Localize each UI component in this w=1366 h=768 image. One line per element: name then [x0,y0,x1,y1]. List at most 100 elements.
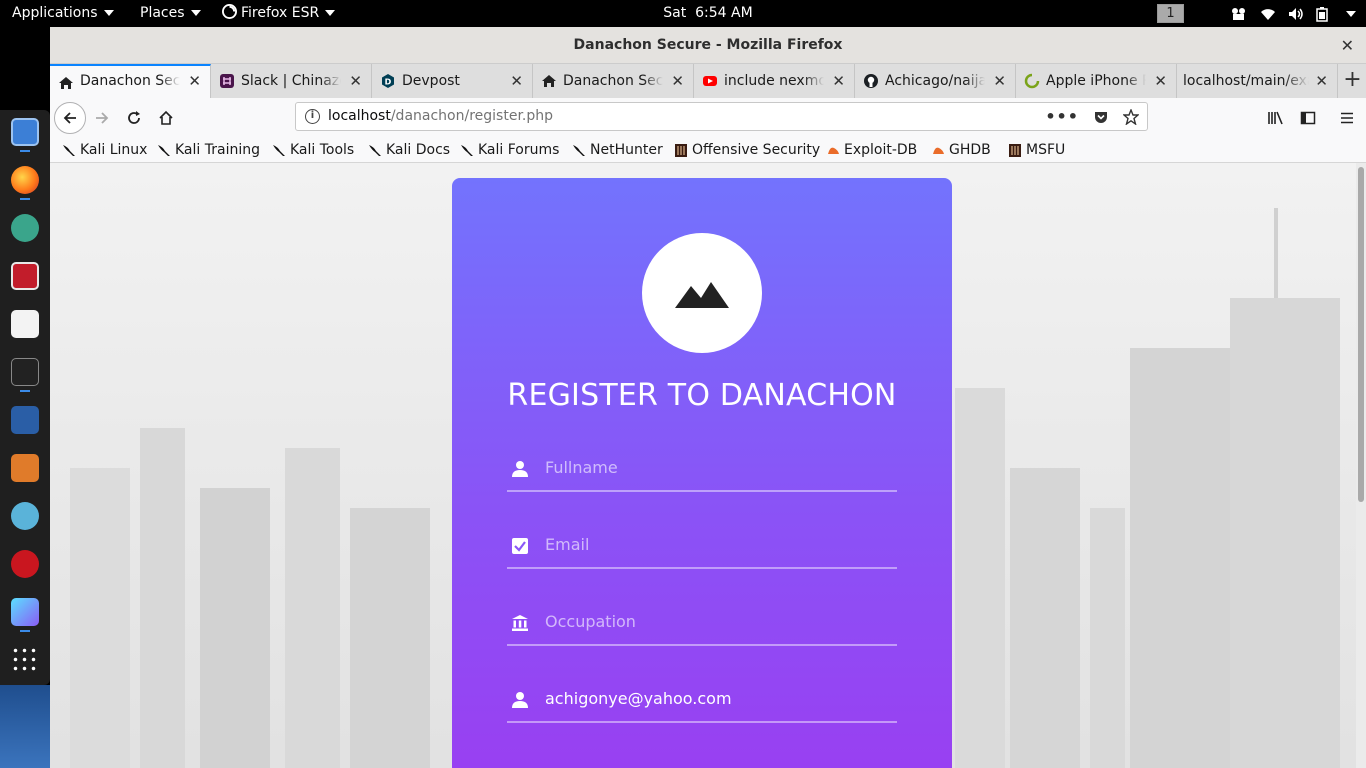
info-icon[interactable]: i [305,109,320,124]
close-icon[interactable]: ✕ [510,64,523,98]
tab[interactable]: Apple iPhone R ✕ [1016,64,1177,98]
metasploit-icon[interactable] [11,406,39,434]
files-icon[interactable] [11,118,39,146]
bookmark[interactable]: GHDB [929,138,991,162]
close-icon[interactable]: ✕ [832,64,845,98]
star-icon[interactable] [1123,109,1139,125]
tab[interactable]: Slack | Chinazo ✕ [211,64,372,98]
forward-button[interactable] [86,102,118,134]
scrollbar-thumb[interactable] [1358,167,1364,502]
url-bar[interactable]: i localhost/danachon/register.php ••• [295,102,1148,131]
system-status-area[interactable] [1230,0,1356,27]
pocket-icon[interactable] [1093,109,1109,125]
bookmark[interactable]: Kali Training [155,138,260,162]
armitage-icon[interactable] [11,262,39,290]
bookmark[interactable]: Kali Linux [60,138,147,162]
firefox-window: Danachon Secure - Mozilla Firefox ✕ Dana… [50,27,1366,768]
tab[interactable]: Danachon Secure ✕ [533,64,694,98]
url-actions: ••• [1045,103,1139,130]
tab-label: Slack | Chinazo [241,73,341,89]
new-tab-button[interactable]: + [1339,64,1366,98]
occupation-field[interactable]: Occupation [507,602,897,646]
page-scrollbar[interactable] [1356,163,1366,768]
email-field[interactable]: Email [507,525,897,569]
page-actions-icon[interactable]: ••• [1045,103,1079,130]
tab[interactable]: Danachon Secure ✕ [50,64,211,98]
close-icon[interactable]: ✕ [1315,64,1328,98]
show-apps-icon[interactable] [11,646,39,674]
window-titlebar[interactable]: Danachon Secure - Mozilla Firefox ✕ [50,27,1366,64]
close-icon[interactable]: ✕ [1341,27,1354,64]
burpsuite-icon[interactable] [11,454,39,482]
eye-icon[interactable] [11,502,39,530]
bookmark-label: Kali Tools [290,142,355,158]
bookmark-label: Offensive Security [692,142,821,158]
bookmark[interactable]: Kali Docs [366,138,450,162]
bookmark-label: Kali Linux [80,142,148,158]
close-icon[interactable]: ✕ [1154,64,1167,98]
firefox-app-menu[interactable]: Firefox ESR [222,0,336,27]
tab[interactable]: D Devpost ✕ [372,64,533,98]
back-button[interactable] [54,102,86,134]
bookmark[interactable]: Exploit-DB [824,138,917,162]
bookmark[interactable]: MSFU [1006,138,1065,162]
bookmark-label: Kali Docs [386,142,451,158]
applications-menu[interactable]: Applications [12,0,114,27]
bank-icon [512,615,528,631]
username-input[interactable]: achigonye@yahoo.com [545,689,732,708]
bookmark-label: GHDB [949,142,991,158]
bookmark-label: Kali Forums [478,142,560,158]
username-field[interactable]: achigonye@yahoo.com [507,679,897,723]
close-icon[interactable]: ✕ [188,66,201,96]
menu-button[interactable] [1331,102,1363,134]
occupation-input[interactable]: Occupation [545,612,636,631]
close-icon[interactable]: ✕ [671,64,684,98]
media-player-icon[interactable] [11,598,39,626]
offsec-icon [1009,144,1021,157]
fullname-field[interactable]: Fullname [507,448,897,492]
sidebar-button[interactable] [1292,102,1324,134]
home-button[interactable] [150,102,182,134]
clock[interactable]: Sat 6:54 AM [663,5,752,21]
close-icon[interactable]: ✕ [349,64,362,98]
workspace-indicator[interactable]: 1 [1157,4,1184,23]
home-icon [59,77,73,89]
url-path: /danachon/register.php [390,108,554,124]
wifi-icon [1261,8,1275,20]
cherrytree-icon[interactable] [11,550,39,578]
bookmark[interactable]: Offensive Security [672,138,820,162]
devpost-icon: D [382,74,394,88]
close-icon[interactable]: ✕ [993,64,1006,98]
tab[interactable]: Achicago/naija ✕ [855,64,1016,98]
tab[interactable]: include nexmo ✕ [694,64,855,98]
exploitdb-icon [828,147,839,154]
kali-dragon-icon [273,145,285,156]
chevron-down-icon [190,10,201,16]
navigation-toolbar: i localhost/danachon/register.php ••• [50,98,1366,138]
firefox-icon[interactable] [11,166,39,194]
email-input[interactable]: Email [545,535,589,554]
library-button[interactable] [1260,102,1292,134]
running-indicator [20,630,30,632]
tab[interactable]: localhost/main/exa ✕ [1177,64,1338,98]
running-indicator [20,150,30,152]
exploitdb-icon [933,147,944,154]
running-indicator [20,390,30,392]
url-text[interactable]: localhost/danachon/register.php [328,103,553,130]
fullname-input[interactable]: Fullname [545,458,618,477]
bookmark-label: Kali Training [175,142,260,158]
chevron-down-icon [103,10,114,16]
desktop-background [0,685,50,768]
terminal-icon[interactable] [11,358,39,386]
places-menu[interactable]: Places [140,0,201,27]
bookmark[interactable]: NetHunter [570,138,663,162]
checkbox-icon [512,538,528,554]
atom-icon[interactable] [11,214,39,242]
bookmark[interactable]: Kali Forums [458,138,559,162]
bookmark-label: MSFU [1026,142,1066,158]
page-content: REGISTER TO DANACHON Fullname Email Occu… [50,163,1356,768]
text-editor-icon[interactable] [11,310,39,338]
bookmark[interactable]: Kali Tools [270,138,354,162]
tab-label: Achicago/naija [885,73,985,89]
reload-button[interactable] [118,102,150,134]
